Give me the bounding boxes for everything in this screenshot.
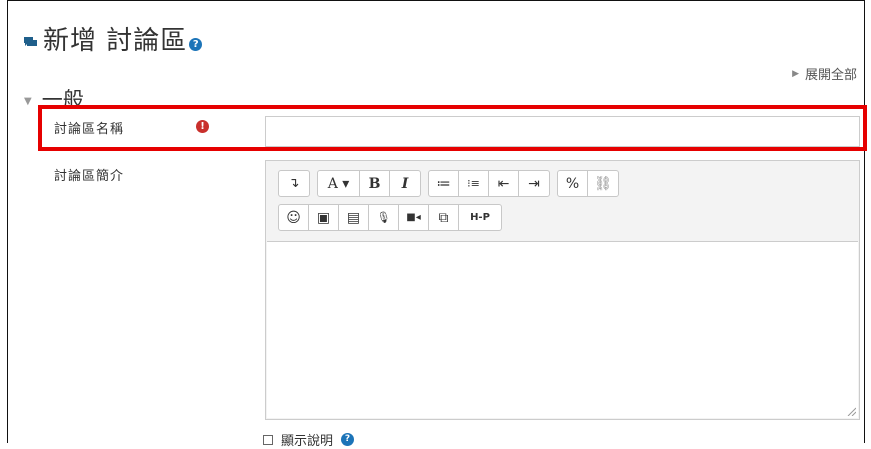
question-icon[interactable]: ? [189,38,203,51]
toolbar-group: A ▾ B I [317,170,421,197]
editor-toolbar-row-2: ☺ ▣ ▤ 🎙 ■◂ ⧉ H-P [278,204,509,231]
toolbar-group: % ⛓ [557,170,619,197]
toolbar-group: ↴ [278,170,310,197]
media-button[interactable]: ▤ [339,205,369,230]
triangle-right-icon: ▶ [792,68,799,79]
unordered-list-button[interactable]: ≔ [429,171,459,196]
ordered-list-button[interactable]: ⁝≡ [459,171,489,196]
emoji-button[interactable]: ☺ [279,205,309,230]
forum-intro-label: 討論區簡介 [54,169,125,184]
caret-down-icon: ▼ [24,95,32,107]
highlight-frame [38,105,867,151]
page-header: 新增 討論區 ? [24,20,203,57]
display-description-checkbox[interactable] [263,434,273,445]
image-button[interactable]: ▣ [309,205,339,230]
show-more-buttons-button[interactable]: ↴ [279,171,309,196]
page-title: 新增 討論區 [43,26,188,56]
indent-button[interactable]: ⇥ [519,171,549,196]
link-button[interactable]: % [558,171,588,196]
expand-all-link[interactable]: ▶ 展開全部 [792,64,857,83]
record-audio-button[interactable]: 🎙 [369,205,399,230]
unlink-button[interactable]: ⛓ [588,171,618,196]
display-description-label: 顯示說明 [281,434,334,449]
paragraph-styles-button[interactable]: A ▾ [318,171,360,196]
manage-files-button[interactable]: ⧉ [429,205,459,230]
resize-handle-icon[interactable] [846,406,856,416]
expand-all-label: 展開全部 [804,68,857,83]
toolbar-group: ≔ ⁝≡ ⇤ ⇥ [428,170,550,197]
record-video-button[interactable]: ■◂ [399,205,429,230]
question-icon[interactable]: ? [341,433,355,446]
forum-intro-editor: ↴ A ▾ B I ≔ ⁝≡ ⇤ ⇥ % ⛓ ☺ ▣ ▤ 🎙 ■◂ ⧉ H-P [265,160,860,420]
toolbar-group: ☺ ▣ ▤ 🎙 ■◂ ⧉ H-P [278,204,502,231]
display-description-row: 顯示說明 ? [263,430,355,449]
outdent-button[interactable]: ⇤ [489,171,519,196]
bold-button[interactable]: B [360,171,390,196]
editor-content-area[interactable] [267,241,858,418]
italic-button[interactable]: I [390,171,420,196]
h5p-button[interactable]: H-P [459,205,501,230]
editor-toolbar-row-1: ↴ A ▾ B I ≔ ⁝≡ ⇤ ⇥ % ⛓ [278,170,626,197]
forum-icon [24,36,37,48]
